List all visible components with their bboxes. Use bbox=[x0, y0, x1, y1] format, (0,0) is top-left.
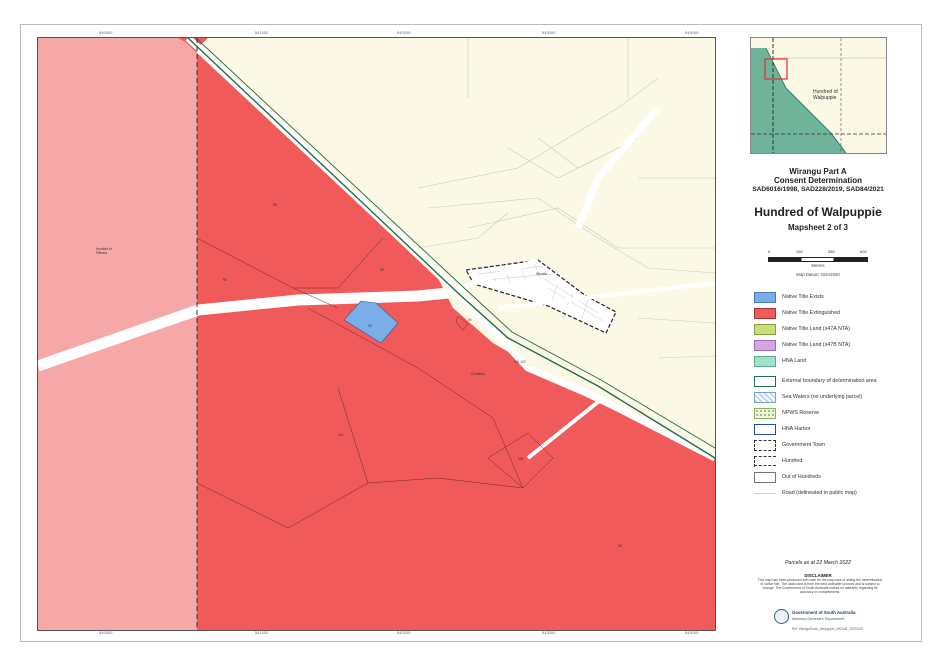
parcel-label: 106 bbox=[518, 457, 524, 461]
gov-line-2: Attorney-General's Department bbox=[792, 617, 845, 621]
legend-item: Native Title Exists bbox=[754, 292, 888, 305]
legend-item: Native Title Extinguished bbox=[754, 308, 888, 321]
legend-item: Native Title Land (s47A NTA) bbox=[754, 324, 888, 337]
map-title: Hundred of Walpuppie bbox=[754, 205, 882, 219]
town-label: Wirrulla bbox=[536, 272, 547, 276]
legend-item: Hundred bbox=[754, 456, 888, 469]
disclaimer-text: This map has been produced with care for… bbox=[757, 578, 883, 594]
government-crest-icon bbox=[774, 609, 789, 624]
side-panel: Hundred of Walpuppie Wirangu Part A Cons… bbox=[748, 37, 888, 635]
legend-item: Native Title Land (s47B NTA) bbox=[754, 340, 888, 353]
other-label: Cemetery bbox=[471, 372, 485, 376]
parcel-label: 96 bbox=[223, 278, 227, 282]
legend-item: Out of Hundreds bbox=[754, 472, 888, 485]
map-canvas: Hundred of Pilbrara 98 96 99 95 94 102-10… bbox=[38, 38, 715, 630]
parcel-label: 96 bbox=[618, 544, 622, 548]
legend-item: External boundary of determination area bbox=[754, 376, 888, 389]
map-reference: Ref: WirraguPartA_Walpuppie_MS2of3_20220… bbox=[792, 627, 864, 631]
bottom-ticks: 540000 541000 542000 543000 544000 bbox=[99, 630, 699, 635]
legend-item: HNA Harbor bbox=[754, 424, 888, 437]
parcel-label: 98 bbox=[273, 203, 277, 207]
parcels-date: Parcels as at 22 March 2022 bbox=[784, 560, 852, 566]
legend-item: HNA Land bbox=[754, 356, 888, 369]
legend-item: Sea Waters (no underlying parcel) bbox=[754, 392, 888, 405]
legend-item: Road (delineated in public map) bbox=[754, 488, 888, 501]
parcel-label: 99 bbox=[380, 268, 384, 272]
legend-item: NPWS Reserve bbox=[754, 408, 888, 421]
parcel-label: 95 bbox=[368, 324, 372, 328]
mapsheet-label: Mapsheet 2 of 3 bbox=[787, 223, 848, 232]
main-map[interactable]: Hundred of Pilbrara 98 96 99 95 94 102-10… bbox=[37, 37, 716, 631]
top-ticks: 540000 541000 542000 543000 544000 bbox=[99, 30, 699, 35]
gov-line-1: Government of South Australia bbox=[792, 610, 856, 615]
title-line-1: Wirangu Part A bbox=[789, 167, 847, 176]
parcel-label: 94 bbox=[468, 318, 472, 322]
legend-item: Government Town bbox=[754, 440, 888, 453]
parcel-label: 101 bbox=[338, 433, 344, 437]
title-line-3: SAD6016/1998, SAD228/2019, SAD84/2021 bbox=[752, 186, 884, 193]
inset-label-2: Walpuppie bbox=[813, 95, 837, 101]
title-line-2: Consent Determination bbox=[773, 176, 862, 185]
scale-bar: 0 190 380 600 Metres Map Datum: GDA2020 bbox=[768, 249, 868, 277]
locator-inset-map[interactable]: Hundred of Walpuppie bbox=[750, 37, 887, 154]
other-label: 102-103 bbox=[514, 360, 526, 364]
